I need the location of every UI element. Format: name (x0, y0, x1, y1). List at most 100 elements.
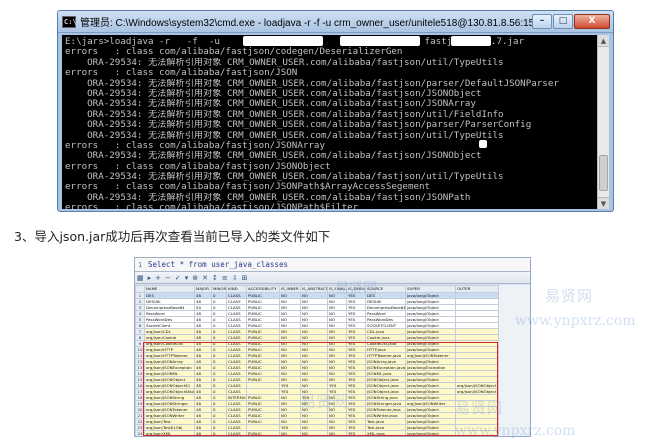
grid-scrollbar[interactable] (498, 285, 530, 436)
close-button[interactable]: X (574, 14, 610, 29)
sql-editor[interactable]: 1 Select * from user_java_classes (135, 258, 530, 272)
column-header[interactable]: ACCESSIBILITY (246, 285, 280, 293)
page: C:\ 管理员: C:\Windows\system32\cmd.exe - l… (0, 0, 665, 448)
minimize-button[interactable]: – (532, 14, 552, 29)
column-header[interactable]: KIND (226, 285, 247, 293)
row-number: 25 (136, 437, 145, 438)
table-cell: NO (301, 437, 328, 438)
column-header[interactable]: IS_INNER (279, 285, 301, 293)
table-cell: JSONTokener.java (365, 406, 406, 413)
table-cell: org/json/JSONStringer (144, 400, 195, 407)
toolbar-icon[interactable]: ⊕ (192, 274, 198, 282)
result-grid[interactable]: NAME MAJOR MINOR KIND ACCESSIBILITY IS_INNER I… (135, 285, 530, 438)
console-line: ORA-29534: 无法解析引用对象 CRM_OWNER_USER.com/a… (65, 192, 471, 203)
table-cell: CLASS (227, 437, 247, 438)
column-header[interactable]: SOURCE (365, 285, 406, 293)
table-cell (456, 437, 500, 438)
table-cell: org/json/XMLTokener (145, 437, 195, 438)
grid-body: 1 DES 48 0 CLASS PUBLIC NO NO NO YES DES java/lang/… (135, 292, 500, 438)
console-line: ORA-29534: 无法解析引用对象 CRM_OWNER_USER.com/a… (65, 109, 504, 120)
scroll-thumb[interactable] (599, 155, 608, 191)
redaction-block (243, 36, 323, 46)
grid-header-row: NAME MAJOR MINOR KIND ACCESSIBILITY IS_INNER I… (135, 285, 500, 293)
table-row[interactable]: 25org/json/XMLTokener480CLASSPUBLICNONON… (136, 437, 500, 438)
console-line: errors : class com/alibaba/fastjson/JSON… (65, 203, 359, 209)
table-cell: org/json/JSONTokener (405, 352, 456, 359)
cmd-console[interactable]: E:\jars>loadjava -r -f -u :1521/ fastjso… (62, 35, 599, 209)
table-cell: org/json/JSONTokener (144, 406, 195, 413)
console-line: ORA-29534: 无法解析引用对象 CRM_OWNER_USER.com/a… (65, 57, 504, 68)
console-line: errors : class com/alibaba/fastjson/code… (65, 47, 403, 58)
table-cell: NO (280, 437, 301, 438)
table-cell: org/json/JSONTokener (406, 437, 456, 438)
toolbar-icon[interactable]: ↕ (212, 274, 218, 282)
console-line: errors : class com/alibaba/fastjson/JSON… (65, 140, 325, 151)
column-header[interactable]: IS_FINAL (327, 285, 347, 293)
cmd-window-title: 管理员: C:\Windows\system32\cmd.exe - loadj… (80, 18, 532, 29)
console-line: ORA-29534: 无法解析引用对象 CRM_OWNER_USER.com/a… (65, 120, 532, 131)
console-line: errors : class com/alibaba/fastjson/JSON (65, 68, 298, 79)
maximize-button[interactable]: □ (553, 14, 573, 29)
toolbar-icon[interactable]: ⊞ (242, 274, 248, 282)
table-cell: PUBLIC (247, 437, 280, 438)
table-cell: JSONException.java (365, 364, 406, 371)
toolbar-icon[interactable]: ✓ (175, 274, 181, 282)
table-cell: org/json/JSONObject (455, 388, 500, 395)
cmd-scrollbar[interactable]: ▲ ▼ (597, 35, 609, 209)
console-line: ORA-29534: 无法解析引用对象 CRM_OWNER_USER.com/a… (65, 99, 476, 110)
table-cell: JSONStringer.java (365, 400, 406, 407)
column-header[interactable]: MINOR (211, 285, 227, 293)
console-line: ORA-29534: 无法解析引用对象 CRM_OWNER_USER.com/a… (65, 172, 504, 183)
console-line: ORA-29534: 无法解析引用对象 CRM_OWNER_USER.com/a… (65, 130, 504, 141)
table-cell: org/json/HTTPTokener (144, 352, 195, 359)
table-cell: NO (328, 437, 347, 438)
table-cell: org/json/JSONObject$1 (144, 382, 195, 389)
toolbar-icon[interactable]: ▾ (185, 274, 189, 282)
redaction-block (340, 36, 420, 46)
table-cell: org/json/JSONObject$Null (144, 388, 195, 395)
cmd-window: C:\ 管理员: C:\Windows\system32\cmd.exe - l… (57, 10, 614, 212)
table-cell: 0 (212, 437, 227, 438)
toolbar-icon[interactable]: ≡ (222, 274, 228, 282)
scroll-up-icon[interactable]: ▲ (598, 35, 609, 47)
redaction-block (451, 36, 491, 46)
watermark: 易贤网 (545, 287, 594, 305)
console-output: E:\jars>loadjava -r -f -u :1521/ fastjso… (65, 37, 596, 209)
column-header[interactable]: OUTER (455, 285, 500, 293)
redaction-block (479, 140, 487, 148)
toolbar-icon[interactable]: ▸ (148, 274, 152, 282)
console-line: ORA-29534: 无法解析引用对象 CRM_OWNER_USER.com/a… (65, 88, 482, 99)
table-cell: 48 (195, 437, 212, 438)
console-line: ORA-29534: 无法解析引用对象 CRM_OWNER_USER.com/a… (65, 151, 482, 162)
table-cell: org/json/JSONException (144, 364, 195, 371)
result-table: NAME MAJOR MINOR KIND ACCESSIBILITY IS_INNER I… (135, 285, 500, 438)
column-header[interactable] (135, 285, 145, 293)
column-header[interactable]: SUPER (405, 285, 456, 293)
toolbar-icon[interactable]: + (155, 274, 161, 282)
column-header[interactable]: IS_DEBUG (346, 285, 366, 293)
scroll-down-icon[interactable]: ▼ (598, 197, 609, 209)
toolbar-icon[interactable]: ⇩ (232, 274, 238, 282)
console-line: errors : class com/alibaba/fastjson/JSON… (65, 161, 331, 172)
table-cell: XMLTokener.java (366, 437, 406, 438)
console-line: ORA-29534: 无法解析引用对象 CRM_OWNER_USER.com/a… (65, 78, 559, 89)
toolbar-icon[interactable]: − (165, 274, 171, 282)
console-line: errors : class com/alibaba/fastjson/JSON… (65, 182, 431, 193)
console-line: E:\jars>loadjava -r -f -u :1521/ fastjso… (65, 37, 524, 47)
table-cell: INTERFACE (226, 394, 247, 401)
cmd-title-bar[interactable]: C:\ 管理员: C:\Windows\system32\cmd.exe - l… (58, 11, 613, 33)
sql-statement: Select * from user_java_classes (148, 260, 288, 269)
table-cell: DecompressBase64 (365, 304, 406, 311)
column-header[interactable]: MAJOR (194, 285, 212, 293)
table-cell: org/json/JSONObject (455, 382, 500, 389)
instruction-text: 3、导入json.jar成功后再次查看当前已导入的类文件如下 (14, 229, 331, 244)
grid-toolbar: ▦ ▸ + − ✓ ▾ ⊕ ✕ ↕ ≡ ⇩ ⊞ (135, 272, 530, 284)
query-window: 1 Select * from user_java_classes ▦ ▸ + − ✓ ▾… (134, 257, 531, 437)
column-header[interactable]: IS_ABSTRACT (300, 285, 328, 293)
column-header[interactable]: NAME (144, 285, 195, 293)
line-number: 1 (138, 260, 143, 269)
cmd-app-icon: C:\ (62, 15, 77, 28)
toolbar-icon[interactable]: ✕ (202, 274, 208, 282)
watermark: www.ynpxrz.com (515, 313, 636, 329)
toolbar-icon[interactable]: ▦ (137, 274, 144, 282)
